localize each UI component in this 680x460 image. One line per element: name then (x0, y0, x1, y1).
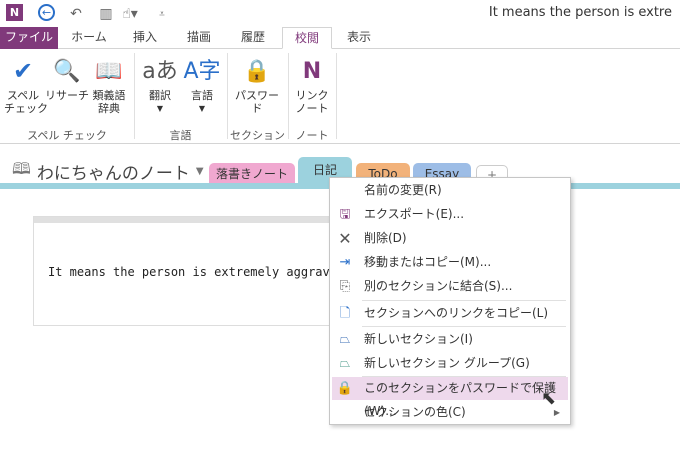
group-section: セクション (230, 129, 285, 142)
quick-access-toolbar: N ← ↶ ▥ ☝▾ ⩡ It means the person is extr… (0, 0, 680, 28)
customize-icon[interactable]: ⩡ (152, 4, 172, 24)
section-tab-rakugaki[interactable]: 落書きノート (209, 163, 295, 185)
language-icon: A字 (183, 58, 221, 84)
research-icon: 🔍 (53, 58, 81, 84)
window-title: It means the person is extre (488, 5, 672, 20)
touch-mode-icon[interactable]: ☝▾ (120, 4, 140, 24)
ribbon: ✔ スペル チェック 🔍 リサーチ 📖 類義語 辞典 aあ 翻訳 ▼ A字 言語 ▼ 🔒 パスワ… (0, 49, 680, 144)
spell-check-button[interactable]: ✔ スペル チェック (4, 53, 48, 116)
delete-icon: ✕ (338, 228, 352, 248)
menu-delete[interactable]: ✕ 削除(D) (332, 227, 568, 250)
translate-button[interactable]: aあ 翻訳 ▼ (140, 53, 180, 115)
menu-rename[interactable]: 名前の変更(R) (332, 179, 568, 202)
spell-check-icon: ✔ (12, 56, 34, 85)
tab-view[interactable]: 表示 (334, 27, 384, 49)
group-notes: ノート (295, 129, 329, 142)
lock-icon: 🔒 (336, 380, 354, 396)
menu-new-section[interactable]: ⏢ 新しいセクション(I) (332, 328, 568, 351)
notebook-selector[interactable]: 🕮 わにちゃんのノート ▼ (12, 158, 204, 185)
lock-icon: 🔒 (243, 58, 271, 84)
group-language: 言語 (169, 129, 192, 142)
menu-export[interactable]: 🖫 エクスポート(E)... (332, 203, 568, 226)
linked-notes-button[interactable]: N リンク ノート (292, 53, 332, 115)
menu-section-color[interactable]: セクションの色(C) ▶ (332, 401, 568, 424)
note-text[interactable]: It means the person is extremely aggrava (48, 265, 337, 279)
note-container[interactable]: It means the person is extremely aggrava (33, 216, 337, 326)
mouse-cursor-icon: ⬉ (541, 388, 557, 409)
thesaurus-button[interactable]: 📖 類義語 辞典 (90, 53, 128, 115)
language-button[interactable]: A字 言語 ▼ (182, 53, 222, 115)
menu-move-copy[interactable]: ⇥ 移動またはコピー(M)... (332, 251, 568, 274)
notebook-icon: 🕮 (12, 159, 31, 178)
research-button[interactable]: 🔍 リサーチ (44, 53, 90, 102)
onenote-logo-icon: N (6, 4, 23, 21)
menu-password-protect[interactable]: 🔒 このセクションをパスワードで保護(W)... (332, 377, 568, 418)
tab-file[interactable]: ファイル (0, 27, 58, 49)
thesaurus-icon: 📖 (95, 58, 123, 84)
note-handle[interactable] (34, 217, 332, 223)
tab-history[interactable]: 履歴 (228, 27, 278, 49)
move-copy-icon: ⇥ (339, 254, 351, 270)
chevron-down-icon: ▼ (195, 166, 204, 177)
ribbon-tabs: ファイル ホーム 挿入 描画 履歴 校閲 表示 (0, 27, 680, 49)
new-section-icon: ⏢ (339, 331, 351, 347)
tab-home[interactable]: ホーム (62, 27, 116, 49)
notebook-name: わにちゃんのノート (36, 164, 190, 184)
translate-icon: aあ (142, 58, 178, 84)
tab-draw[interactable]: 描画 (174, 27, 224, 49)
new-section-group-icon: ⏢ (339, 355, 351, 371)
menu-merge[interactable]: ⎘ 別のセクションに結合(S)... (332, 275, 568, 298)
menu-new-section-group[interactable]: ⏢ 新しいセクション グループ(G) (332, 352, 568, 375)
section-context-menu: 名前の変更(R) 🖫 エクスポート(E)... ✕ 削除(D) ⇥ 移動またはコピー(… (329, 177, 571, 425)
copy-link-icon: 🗋 (339, 305, 351, 321)
undo-icon[interactable]: ↶ (66, 4, 86, 24)
tab-insert[interactable]: 挿入 (120, 27, 170, 49)
export-icon: 🖫 (339, 206, 351, 222)
linked-notes-icon: N (302, 58, 322, 84)
menu-copy-link[interactable]: 🗋 セクションへのリンクをコピー(L) (332, 302, 568, 325)
tab-review[interactable]: 校閲 (282, 27, 332, 49)
back-icon[interactable]: ← (38, 4, 55, 21)
dock-icon[interactable]: ▥ (96, 4, 116, 24)
group-spelling: スペル チェック (27, 129, 107, 142)
merge-icon: ⎘ (339, 278, 351, 294)
password-button[interactable]: 🔒 パスワード (231, 53, 283, 115)
